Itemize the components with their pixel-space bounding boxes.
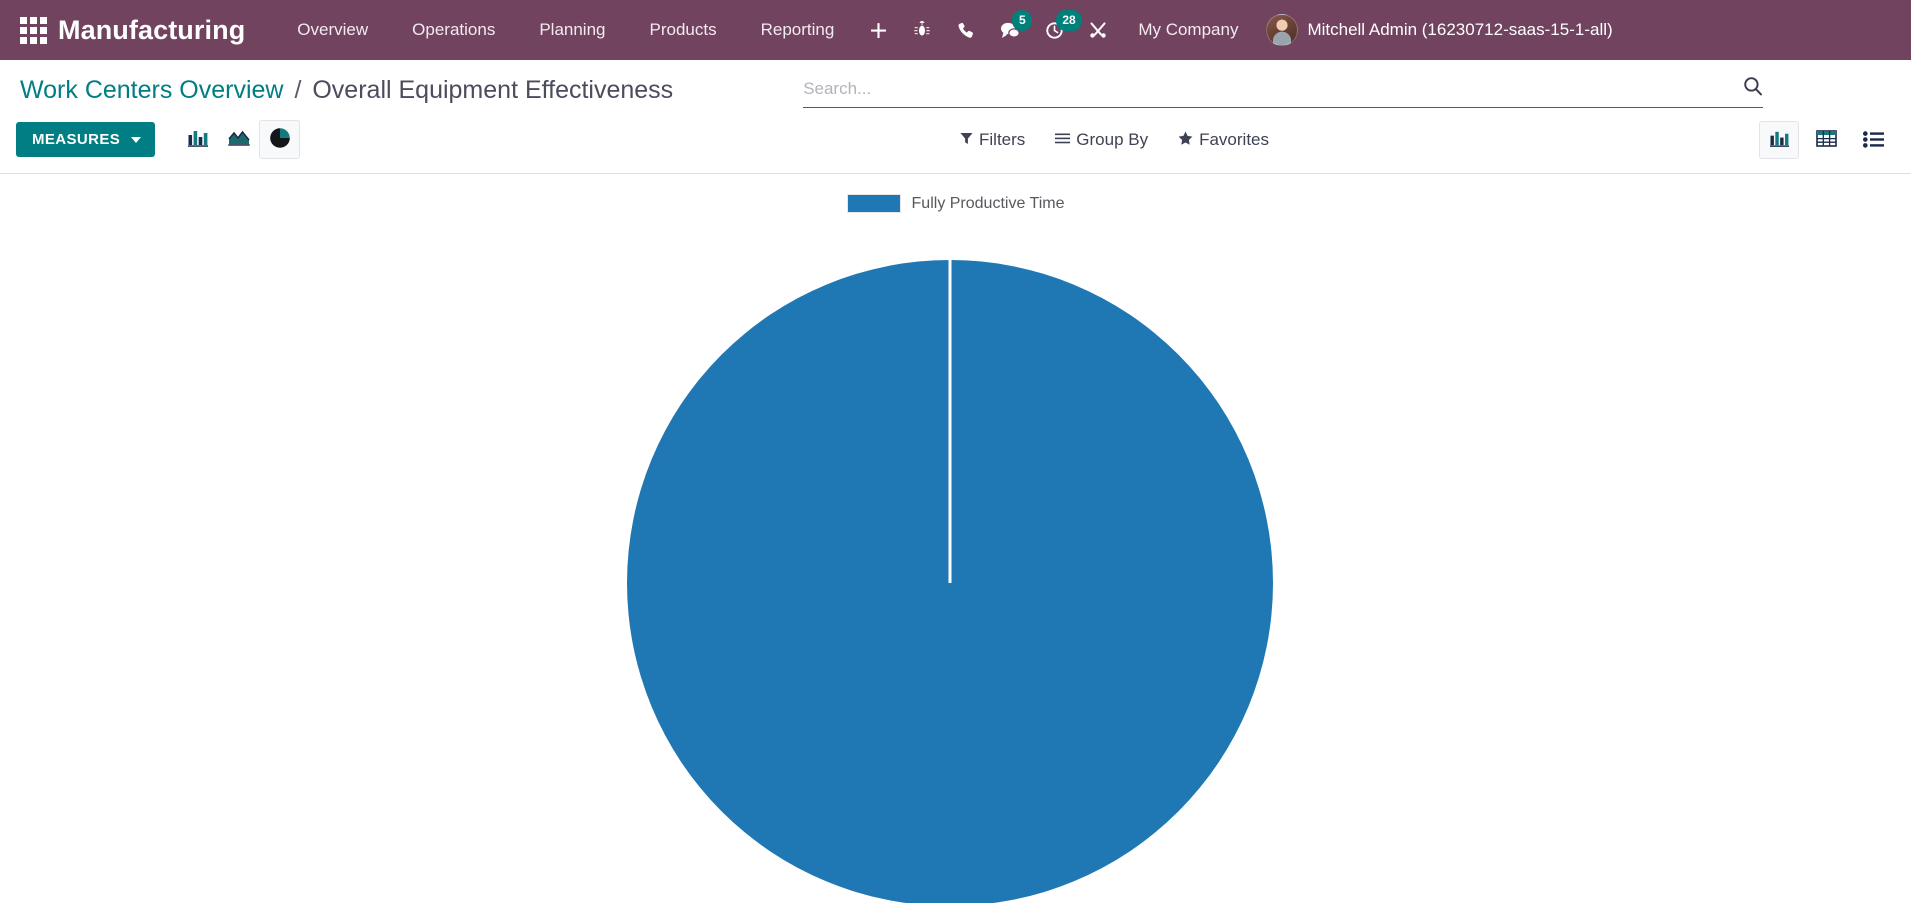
- bug-icon[interactable]: [900, 0, 944, 60]
- chat-icon[interactable]: 5: [988, 0, 1033, 60]
- control-panel-bottom-row: MEASURES Filters Group By Favorites: [0, 108, 1911, 173]
- plus-icon[interactable]: [856, 0, 900, 60]
- group-by-label: Group By: [1076, 129, 1149, 149]
- search-input[interactable]: [803, 78, 1736, 99]
- tools-icon[interactable]: [1076, 0, 1120, 60]
- graph-view-button[interactable]: [1759, 120, 1799, 159]
- favorites-label: Favorites: [1199, 129, 1270, 149]
- bar-chart-icon: [1769, 129, 1790, 151]
- measures-label: MEASURES: [32, 131, 121, 148]
- apps-grid-icon[interactable]: [16, 13, 50, 47]
- company-switcher[interactable]: My Company: [1120, 0, 1256, 60]
- favorites-menu[interactable]: Favorites: [1178, 130, 1269, 150]
- pie-slice-fully-productive-time[interactable]: [627, 260, 1273, 903]
- legend-swatch-fully-productive-time[interactable]: [846, 194, 901, 213]
- filters-label: Filters: [979, 129, 1026, 149]
- graph-view-content: Fully Productive Time: [0, 174, 1911, 903]
- table-grid-icon: [1815, 129, 1837, 151]
- activity-clock-icon[interactable]: 28: [1032, 0, 1082, 60]
- area-chart-icon: [227, 128, 251, 151]
- nav-menu-overview[interactable]: Overview: [275, 0, 390, 60]
- page-title: Overall Equipment Effectiveness: [312, 76, 674, 104]
- top-navbar: Manufacturing Overview Operations Planni…: [0, 0, 1911, 60]
- measures-button[interactable]: MEASURES: [16, 122, 156, 157]
- user-name-label: Mitchell Admin (16230712-saas-15-1-all): [1307, 20, 1613, 39]
- bar-chart-icon-button[interactable]: [177, 120, 218, 159]
- star-icon: [1178, 130, 1193, 150]
- search-icon[interactable]: [1743, 76, 1763, 101]
- pie-chart[interactable]: [0, 174, 1911, 903]
- pie-chart-icon-button[interactable]: [259, 120, 301, 159]
- phone-icon[interactable]: [944, 0, 988, 60]
- breadcrumb-parent-link[interactable]: Work Centers Overview: [20, 76, 284, 104]
- nav-menu-reporting[interactable]: Reporting: [739, 0, 857, 60]
- filter-menu-group: Filters Group By Favorites: [960, 130, 1269, 150]
- bar-chart-icon: [187, 128, 209, 151]
- chat-badge-count: 5: [1012, 10, 1033, 31]
- nav-menu-planning[interactable]: Planning: [517, 0, 627, 60]
- user-menu[interactable]: Mitchell Admin (16230712-saas-15-1-all): [1256, 14, 1626, 46]
- search-bar[interactable]: [803, 76, 1764, 108]
- group-by-menu[interactable]: Group By: [1055, 130, 1148, 150]
- app-brand-manufacturing[interactable]: Manufacturing: [58, 15, 245, 46]
- pie-chart-icon: [269, 127, 291, 152]
- control-panel: Work Centers Overview / Overall Equipmen…: [0, 60, 1911, 174]
- chevron-down-icon: [131, 136, 142, 143]
- legend-label-fully-productive-time: Fully Productive Time: [911, 194, 1065, 212]
- breadcrumb: Work Centers Overview / Overall Equipmen…: [20, 76, 673, 105]
- funnel-icon: [960, 130, 973, 150]
- breadcrumb-separator: /: [294, 76, 302, 104]
- nav-menu-products[interactable]: Products: [628, 0, 739, 60]
- nav-menu-operations[interactable]: Operations: [390, 0, 517, 60]
- filters-menu[interactable]: Filters: [960, 130, 1025, 150]
- chart-legend: Fully Productive Time: [0, 174, 1911, 213]
- list-view-button[interactable]: [1853, 121, 1893, 159]
- view-switcher: [1759, 120, 1893, 159]
- area-chart-icon-button[interactable]: [218, 120, 259, 159]
- control-panel-top-row: Work Centers Overview / Overall Equipmen…: [0, 60, 1911, 108]
- pivot-view-button[interactable]: [1806, 121, 1846, 159]
- chart-type-group: [177, 120, 301, 159]
- list-icon: [1862, 131, 1884, 148]
- avatar: [1266, 14, 1299, 46]
- bars-icon: [1055, 130, 1071, 150]
